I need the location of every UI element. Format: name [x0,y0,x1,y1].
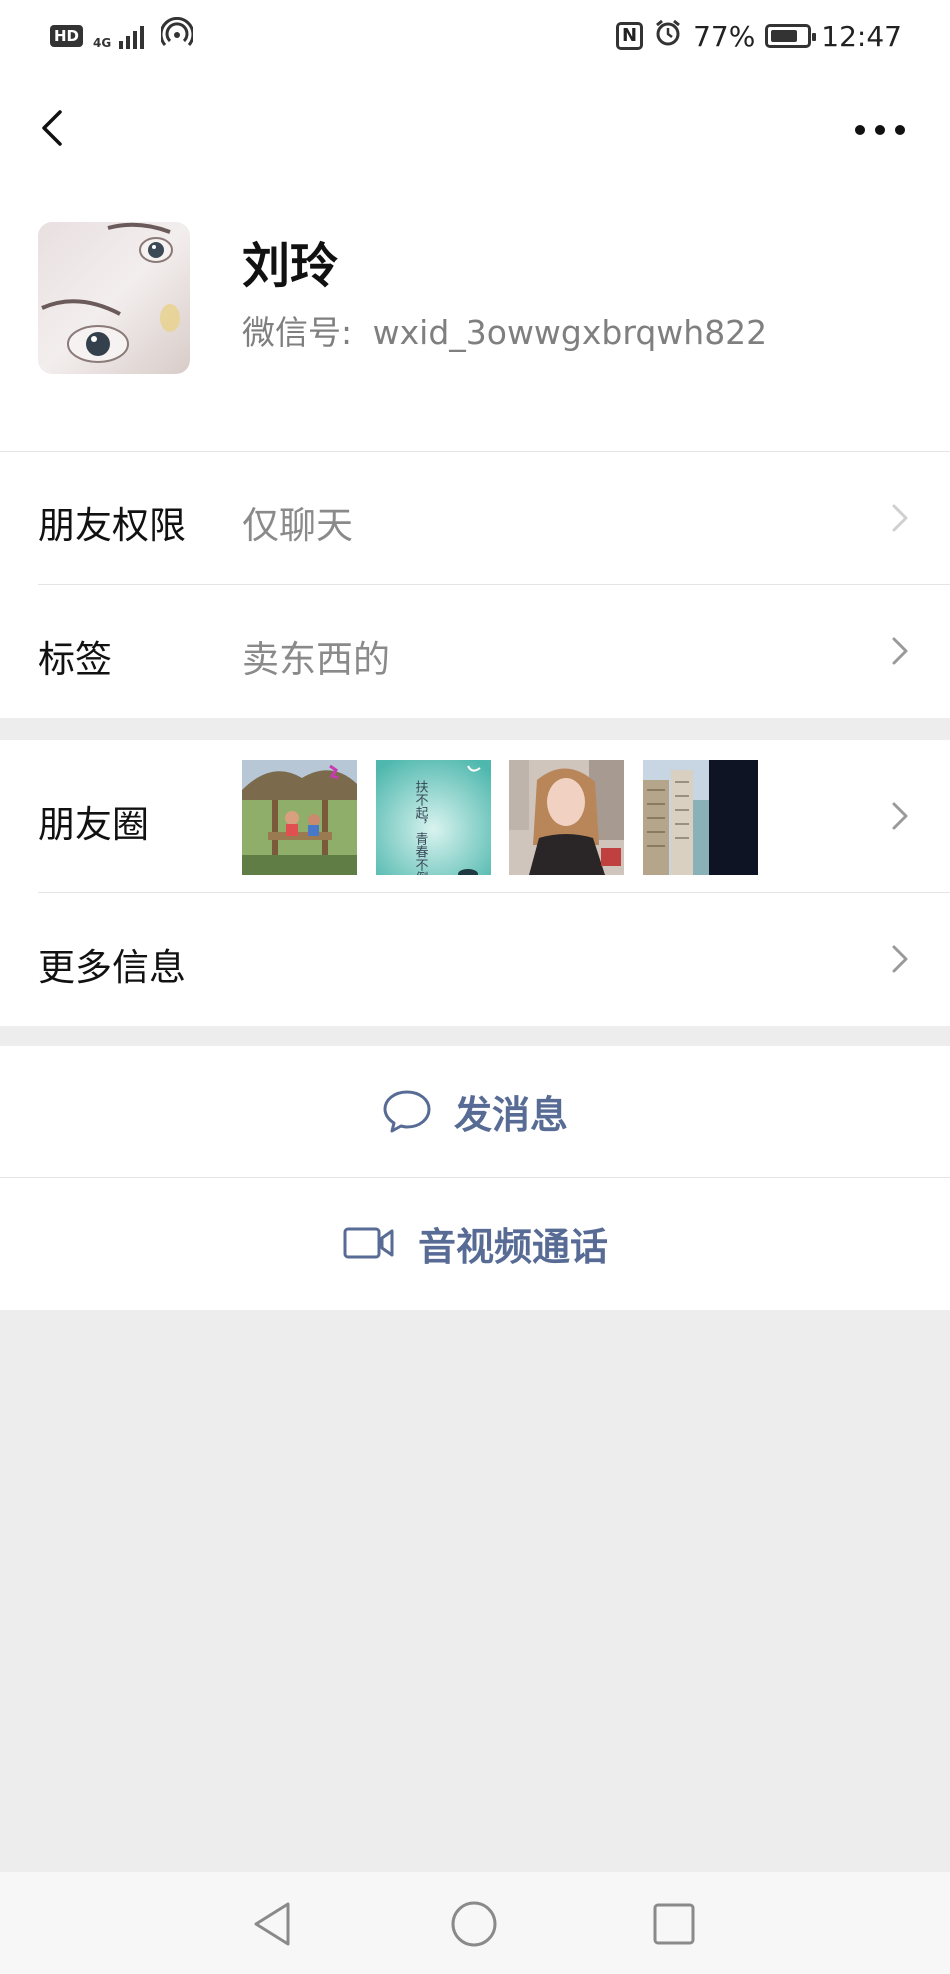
moments-thumb-3 [509,760,624,875]
info-section: 朋友权限 仅聊天 标签 卖东西的 [0,452,950,718]
video-call-button[interactable]: 音视频通话 [0,1178,950,1308]
system-nav-bar [0,1872,950,1974]
video-camera-icon [343,1227,394,1259]
alarm-icon [653,18,683,55]
status-right: N 77% 12:47 [615,18,902,55]
system-home-button[interactable] [448,1898,500,1950]
moments-section: 朋友圈 扶不起，青春不倒。 更多信息 [0,740,950,1026]
row-label: 标签 [38,638,112,681]
row-moments[interactable]: 朋友圈 扶不起，青春不倒。 [0,740,950,892]
moments-thumb-1 [242,760,357,875]
thumb-caption: 扶不起，青春不倒。 [413,780,429,875]
row-label: 更多信息 [38,946,186,989]
row-value: 卖东西的 [242,638,390,681]
signal-icon: 4G [93,23,151,49]
avatar[interactable] [38,222,190,374]
send-message-button[interactable]: 发消息 [0,1046,950,1176]
row-label: 朋友圈 [38,803,149,846]
system-recents-button[interactable] [648,1898,700,1950]
chevron-right-icon [892,802,908,830]
chevron-right-icon [892,504,908,532]
nav-bar [0,88,950,168]
status-bar: HD 4G N 77% 12:47 [0,0,950,72]
send-message-label: 发消息 [453,1092,568,1137]
back-button[interactable] [30,102,82,154]
row-label: 朋友权限 [38,504,186,547]
hd-icon: HD [50,25,84,47]
more-button[interactable] [850,110,910,150]
row-tags[interactable]: 标签 卖东西的 [0,585,950,718]
contact-name: 刘玲 [242,238,339,294]
back-triangle-icon [254,1902,290,1946]
moments-thumb-2: 扶不起，青春不倒。 [376,760,491,875]
battery-icon [765,24,817,48]
row-friend-permission[interactable]: 朋友权限 仅聊天 [0,452,950,584]
row-value: 仅聊天 [242,504,353,547]
battery-percent: 77% [693,19,756,53]
wechat-id: 微信号: wxid_3owwgxbrqwh822 [242,306,767,354]
wechat-id-value: wxid_3owwgxbrqwh822 [372,313,768,352]
more-dots-icon [855,125,905,135]
chat-bubble-icon [383,1090,431,1133]
chevron-right-icon [892,945,908,973]
battery-level [771,30,798,42]
actions-section: 发消息 音视频通话 [0,1046,950,1310]
home-circle-icon [451,1901,497,1947]
system-back-button[interactable] [248,1898,300,1950]
recents-square-icon [653,1903,695,1945]
nfc-icon: N [615,22,644,50]
video-call-label: 音视频通话 [417,1224,608,1269]
chevron-right-icon [892,637,908,665]
hotspot-icon [159,16,195,56]
status-left: HD 4G [50,16,195,56]
wechat-id-label: 微信号: [242,313,353,352]
row-more-info[interactable]: 更多信息 [0,893,950,1026]
chevron-left-icon [42,110,62,146]
moments-thumb-4 [643,760,758,875]
clock: 12:47 [821,19,902,53]
